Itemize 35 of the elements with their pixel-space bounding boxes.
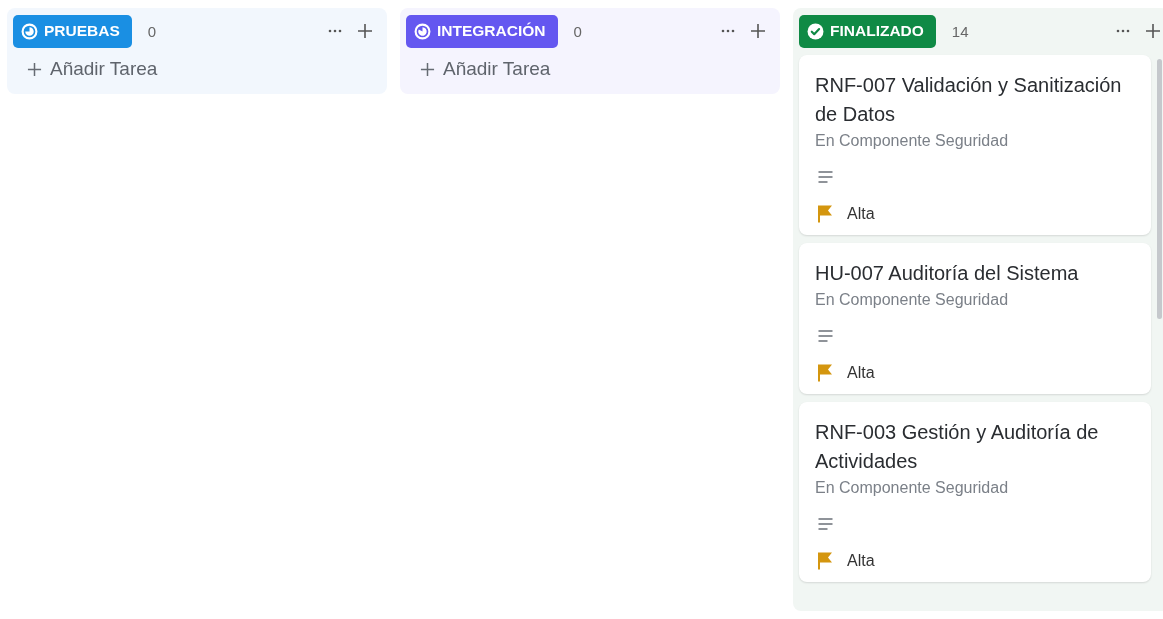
add-task-button[interactable]: Añadir Tarea	[406, 48, 565, 86]
add-icon[interactable]	[357, 23, 373, 39]
task-card[interactable]: HU-007 Auditoría del Sistema En Componente Seguridad Alta	[799, 243, 1151, 394]
task-location: En Componente Seguridad	[815, 132, 1010, 150]
status-label[interactable]: PRUEBAS	[13, 14, 132, 48]
task-count: 0	[573, 22, 582, 40]
status-label[interactable]: INTEGRACIÓN	[406, 14, 558, 48]
check-circle-icon	[807, 22, 824, 40]
progress-circle-icon	[21, 22, 38, 40]
flag-icon	[817, 204, 833, 223]
priority-label: Alta	[847, 551, 875, 570]
task-title: RNF-007 Validación y Sanitización de Datos	[815, 73, 1123, 127]
description-icon	[817, 170, 834, 184]
flag-icon	[817, 363, 833, 382]
task-card[interactable]: RNF-007 Validación y Sanitización de Datos En Componente Seguridad Alta	[799, 55, 1151, 235]
flag-icon	[817, 551, 833, 570]
add-icon[interactable]	[750, 23, 766, 39]
description-icon	[817, 329, 834, 343]
add-icon[interactable]	[1145, 23, 1161, 39]
scrollbar[interactable]	[1157, 59, 1162, 319]
priority-label: Alta	[847, 204, 875, 223]
status-label[interactable]: FINALIZADO	[799, 14, 936, 48]
task-count: 0	[147, 22, 157, 40]
plus-icon	[420, 61, 435, 77]
task-location: En Componente Seguridad	[815, 479, 1010, 497]
progress-circle-icon	[414, 22, 431, 40]
task-title: RNF-003 Gestión y Auditoría de Actividades	[815, 420, 1100, 474]
task-location: En Componente Seguridad	[815, 291, 1010, 309]
task-count: 14	[951, 22, 969, 40]
task-card[interactable]: RNF-003 Gestión y Auditoría de Actividades En Componente Seguridad Alta	[799, 402, 1151, 582]
add-task-button[interactable]: Añadir Tarea	[13, 48, 172, 86]
task-title: HU-007 Auditoría del Sistema	[815, 261, 1080, 286]
priority-label: Alta	[847, 363, 875, 382]
description-icon	[817, 517, 834, 531]
plus-icon	[27, 61, 42, 77]
